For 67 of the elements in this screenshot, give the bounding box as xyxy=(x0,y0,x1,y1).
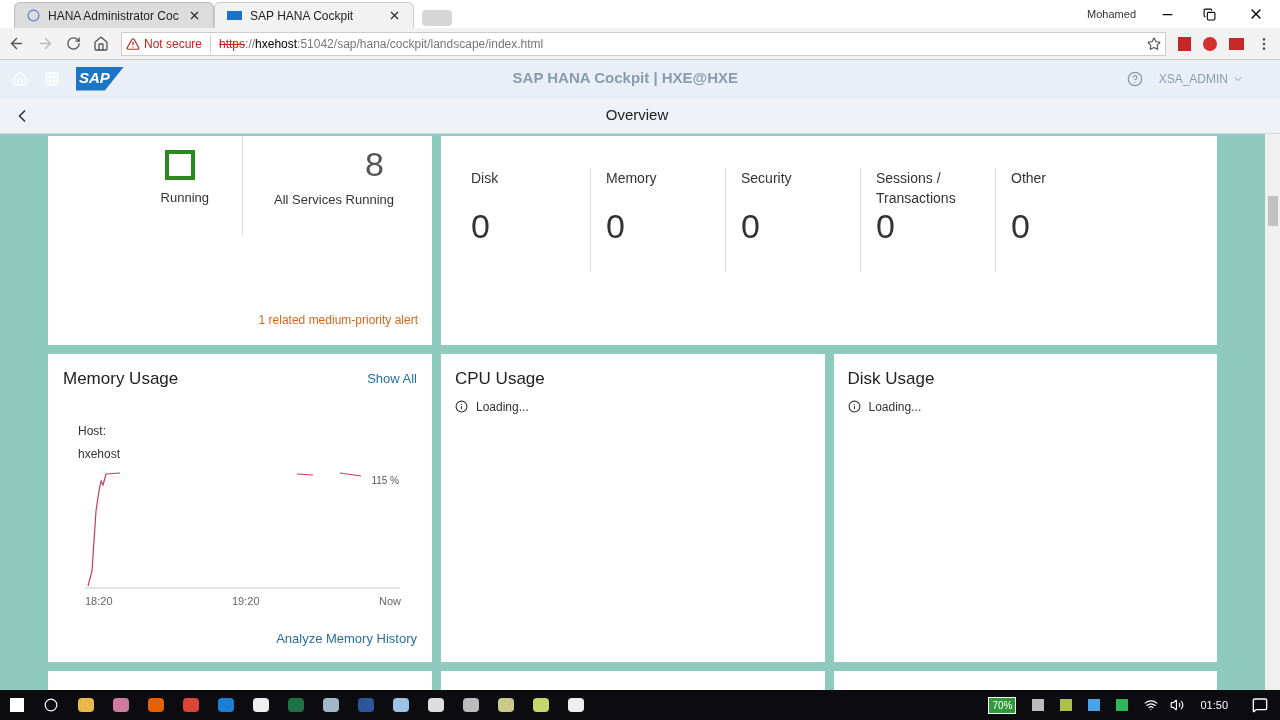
alert-count: 0 xyxy=(471,208,491,244)
shell-title: SAP HANA Cockpit | HXE@HXE xyxy=(511,68,740,89)
alert-count: 0 xyxy=(741,208,761,244)
close-icon[interactable] xyxy=(188,9,201,22)
url-text: https://hxehost:51042/sap/hana/cockpit/landscape/index.html xyxy=(218,35,544,53)
tab-title: HANA Administrator Coc xyxy=(48,7,180,25)
tile-title: Memory Usage xyxy=(63,368,179,390)
analyze-history-link[interactable]: Analyze Memory History xyxy=(276,628,417,648)
clock[interactable]: 01:50 xyxy=(1200,696,1228,714)
address-field[interactable]: Not secure https://hxehost:51042/sap/hana/cockpit/landscape/index.html xyxy=(121,31,1166,56)
alerts-tile[interactable]: Disk 0 Memory 0 Security 0 Sessions / Transactions 0 Other 0 xyxy=(441,136,1217,345)
alert-category: Sessions / Transactions xyxy=(876,169,957,208)
scrollbar[interactable] xyxy=(1265,134,1280,690)
back-icon[interactable] xyxy=(8,35,25,52)
extension-icon[interactable] xyxy=(1203,36,1217,51)
status-tile[interactable]: Running 8 All Services Running 1 related medium-priority alert xyxy=(48,136,432,345)
reload-icon[interactable] xyxy=(66,36,81,51)
warning-icon xyxy=(126,36,140,51)
battery-indicator[interactable]: 70% xyxy=(988,696,1017,714)
status-label: Running xyxy=(160,189,209,207)
volume-icon[interactable] xyxy=(1170,698,1185,712)
alert-count: 0 xyxy=(876,208,896,244)
extension-icon[interactable] xyxy=(1229,37,1244,50)
memory-usage-tile[interactable]: Memory Usage Show All Host: hxehost 115 % 18:20 19:20 Now Analyze Memory History xyxy=(48,354,432,662)
services-label: All Services Running xyxy=(274,191,394,209)
browser-tab[interactable]: HANA Administrator Coc xyxy=(14,2,214,28)
alert-category: Other xyxy=(1011,169,1047,188)
alert-count: 0 xyxy=(606,208,626,244)
browser-tab[interactable]: SAP HANA Cockpit xyxy=(214,2,414,28)
service-count: 8 xyxy=(365,144,384,184)
alert-category: Disk xyxy=(471,169,500,188)
axis-label: 18:20 xyxy=(85,593,113,609)
page-title: Overview xyxy=(604,105,670,126)
host-label: Host: xyxy=(78,422,107,440)
usage-tile[interactable]: CPU Usage Loading... xyxy=(441,354,825,662)
close-icon[interactable] xyxy=(388,9,401,22)
show-all-link[interactable]: Show All xyxy=(367,369,417,389)
restore-icon[interactable] xyxy=(1203,7,1216,21)
axis-label: Now xyxy=(378,593,401,609)
profile-name[interactable]: Mohamed xyxy=(1087,5,1136,23)
usage-tile[interactable]: Disk Usage Loading... xyxy=(833,354,1217,662)
tab-title: SAP HANA Cockpit xyxy=(250,7,355,25)
alert-category: Memory xyxy=(606,169,658,188)
tray-icon[interactable] xyxy=(1088,699,1101,711)
sap-logo[interactable]: SAP xyxy=(76,66,124,91)
alert-count: 0 xyxy=(1011,208,1031,244)
alert-link[interactable]: 1 related medium-priority alert xyxy=(258,311,418,329)
host-name: hxehost xyxy=(78,445,122,463)
alert-category: Security xyxy=(741,169,793,188)
loading-text: Loading... xyxy=(868,398,922,416)
security-label: Not secure xyxy=(144,34,212,53)
extension-icon[interactable] xyxy=(1178,36,1191,51)
wifi-icon[interactable] xyxy=(1144,698,1159,712)
tray-icon[interactable] xyxy=(1032,699,1045,711)
home-icon[interactable] xyxy=(93,35,109,52)
axis-label: 19:20 xyxy=(232,593,260,609)
value-label: 115 % xyxy=(371,473,399,488)
loading-text: Loading... xyxy=(476,398,529,416)
search-icon xyxy=(44,698,58,712)
info-icon xyxy=(847,400,861,413)
tile-title: CPU Usage xyxy=(455,368,546,390)
tray-icon[interactable] xyxy=(1060,699,1073,711)
tray-icon[interactable] xyxy=(1116,699,1129,711)
info-icon xyxy=(455,400,468,413)
notification-icon[interactable] xyxy=(1252,697,1268,713)
tile-title: Disk Usage xyxy=(847,368,936,390)
bookmark-star-icon[interactable] xyxy=(1147,36,1161,51)
